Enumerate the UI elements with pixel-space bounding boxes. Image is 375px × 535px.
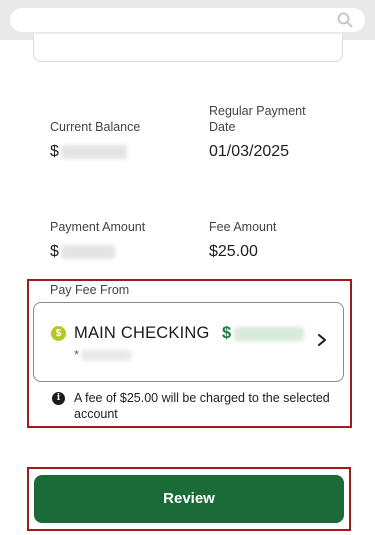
current-balance-value: $	[50, 142, 127, 162]
redacted-account-number	[81, 350, 132, 362]
search-icon[interactable]	[337, 12, 353, 28]
search-input[interactable]	[10, 8, 365, 32]
fee-amount-label: Fee Amount	[209, 220, 277, 234]
redacted-amount	[60, 144, 127, 159]
redacted-balance	[234, 326, 305, 341]
redacted-amount	[60, 244, 115, 259]
review-button[interactable]: Review	[34, 475, 344, 523]
fee-amount-value: $25.00	[209, 243, 258, 260]
info-icon: i	[52, 392, 65, 405]
account-selector[interactable]: $ MAIN CHECKING $ *	[33, 302, 344, 382]
payment-amount-label: Payment Amount	[50, 220, 146, 234]
account-balance: $	[222, 324, 305, 343]
pay-fee-from-label: Pay Fee From	[50, 283, 130, 297]
current-balance-label: Current Balance	[50, 120, 141, 134]
regular-payment-date-value: 01/03/2025	[209, 143, 290, 160]
fee-note: A fee of $25.00 will be charged to the s…	[74, 391, 330, 421]
account-name: MAIN CHECKING	[74, 324, 210, 342]
account-number: *	[74, 347, 132, 362]
payment-amount-value: $	[50, 242, 115, 262]
dollar-icon: $	[51, 326, 66, 341]
regular-payment-date-label: Regular Payment Date	[209, 104, 306, 134]
previous-card	[33, 34, 343, 62]
chevron-right-icon[interactable]	[317, 333, 327, 347]
